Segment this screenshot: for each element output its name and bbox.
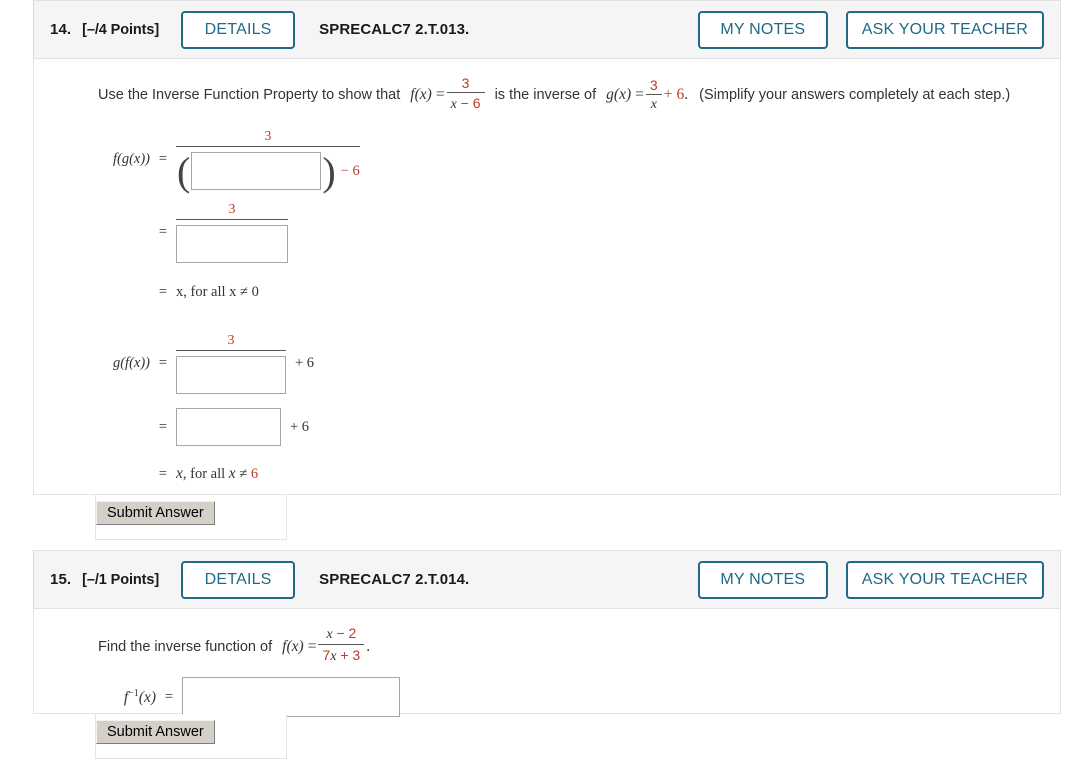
fraction-numerator-g: 3 xyxy=(645,77,662,96)
answer-row-3: g(f(x)) = 3 + 6 xyxy=(98,333,1040,395)
fraction-numerator: 3 xyxy=(446,75,485,94)
note-text-2-value: 6 xyxy=(250,466,259,483)
equals-sign-2: = xyxy=(635,86,644,104)
answer-row-4: = + 6 xyxy=(98,408,1040,447)
equals-sign-15: = xyxy=(307,638,317,656)
question-body-14: Use the Inverse Function Property to sho… xyxy=(33,59,1061,495)
submit-answer-button-15[interactable]: Submit Answer xyxy=(96,720,215,744)
header-actions: MY NOTES ASK YOUR TEACHER xyxy=(697,10,1044,49)
question-body-15: Find the inverse function of f(x) = x − 2… xyxy=(33,609,1061,718)
ask-your-teacher-button[interactable]: ASK YOUR TEACHER xyxy=(845,10,1044,49)
my-notes-button-15[interactable]: MY NOTES xyxy=(697,560,828,599)
question-header-14: 14. [–/4 Points] DETAILS SPRECALC7 2.T.0… xyxy=(33,0,1061,59)
row-equals-3: = xyxy=(158,355,168,372)
row-equals-1: = xyxy=(158,151,168,168)
question-block-14: 14. [–/4 Points] DETAILS SPRECALC7 2.T.0… xyxy=(0,0,1080,545)
question-number-15: 15. xyxy=(50,571,72,588)
answer-input-3[interactable] xyxy=(176,356,286,395)
prompt-text-part2: is the inverse of xyxy=(494,87,597,104)
fraction-f-definition-15: x − 2 7x + 3 xyxy=(318,625,365,665)
fraction-f-definition: 3x − 6 xyxy=(446,75,485,113)
details-button-15[interactable]: DETAILS xyxy=(181,560,296,599)
fraction-numerator-row1: 3 xyxy=(176,129,360,148)
question-code-15: SPRECALC7 2.T.014. xyxy=(319,571,470,588)
prompt-text-part1: Use the Inverse Function Property to sho… xyxy=(98,87,401,104)
question-code: SPRECALC7 2.T.013. xyxy=(319,21,470,38)
function-g-label: g(x) xyxy=(606,86,632,104)
answer-input-15[interactable] xyxy=(182,677,400,718)
fraction-group-3: 3 xyxy=(176,333,286,395)
question-block-15: 15. [–/1 Points] DETAILS SPRECALC7 2.T.0… xyxy=(0,550,1080,764)
numerator-variable: x xyxy=(326,627,333,642)
denominator-variable-15: x xyxy=(330,649,337,665)
row-label-fgx: f(g(x)) xyxy=(112,151,150,168)
ask-your-teacher-button-15[interactable]: ASK YOUR TEACHER xyxy=(845,560,1044,599)
answer-rows-14: f(g(x)) = 3 ( ) − 6 = 3 = x, for all x ≠… xyxy=(98,129,1040,489)
note-text-2: x, for all x ≠ 6 xyxy=(176,465,259,483)
answer-row-15: f−1(x) = xyxy=(98,677,1040,718)
question-number: 14. xyxy=(50,21,72,38)
period-15: . xyxy=(366,638,371,656)
question-header-15: 15. [–/1 Points] DETAILS SPRECALC7 2.T.0… xyxy=(33,550,1061,609)
function-f-label-15: f(x) xyxy=(282,638,304,656)
question-prompt-15: Find the inverse function of f(x) = x − 2… xyxy=(98,625,1033,665)
denominator-operator-15: + xyxy=(340,647,349,664)
fraction-numerator-row3: 3 xyxy=(176,333,286,352)
inverse-label-x: (x) xyxy=(138,688,156,706)
fraction-numerator-row2: 3 xyxy=(176,202,288,221)
fraction-denominator-row1: ( ) − 6 xyxy=(177,149,360,195)
fraction-numerator-15: x − 2 xyxy=(318,625,365,646)
fraction-g-definition: 3x xyxy=(645,77,662,113)
prompt-15-text: Find the inverse function of xyxy=(98,639,273,656)
fraction-denominator-row3 xyxy=(176,356,286,395)
equals-sign: = xyxy=(435,86,445,104)
my-notes-button[interactable]: MY NOTES xyxy=(697,10,828,49)
question-points: [–/4 Points] xyxy=(82,21,160,38)
g-plus-sign: + xyxy=(663,86,673,104)
row-equals-15: = xyxy=(164,688,174,705)
period: . xyxy=(684,86,689,104)
denominator-number: 6 xyxy=(472,95,481,112)
inverse-function-label: f−1(x) xyxy=(98,688,156,707)
row4-tail: + 6 xyxy=(290,418,310,435)
fraction-denominator: x − 6 xyxy=(447,93,485,113)
fraction-group-1: 3 ( ) − 6 xyxy=(176,129,360,195)
fraction-group-2: 3 xyxy=(176,202,288,264)
answer-input-4[interactable] xyxy=(176,408,281,447)
row-label-gfx: g(f(x)) xyxy=(112,355,150,372)
submit-answer-button-14[interactable]: Submit Answer xyxy=(96,501,215,525)
answer-note-row-1: = x, for all x ≠ 0 xyxy=(98,277,1040,307)
function-f-label: f(x) xyxy=(410,86,432,104)
details-button[interactable]: DETAILS xyxy=(181,10,296,49)
denominator-variable: x xyxy=(450,97,457,113)
fraction-denominator-g: x xyxy=(650,97,657,113)
submit-area-14: Submit Answer xyxy=(33,495,1061,545)
submit-area-15: Submit Answer xyxy=(33,714,1061,764)
note-text-1: x, for all x ≠ 0 xyxy=(176,283,259,300)
header-actions-15: MY NOTES ASK YOUR TEACHER xyxy=(697,560,1044,599)
answer-input-2[interactable] xyxy=(176,225,288,264)
note-equals-1: = xyxy=(158,283,168,300)
prompt-text-part3: (Simplify your answers completely at eac… xyxy=(699,87,1011,104)
fraction-denominator-row2 xyxy=(176,225,288,264)
answer-row-1: f(g(x)) = 3 ( ) − 6 xyxy=(98,129,1040,195)
answer-note-row-2: = x, for all x ≠ 6 xyxy=(98,459,1040,489)
answer-input-1[interactable] xyxy=(191,152,322,191)
denominator-number-15: 3 xyxy=(352,647,361,664)
fraction-denominator-15: 7x + 3 xyxy=(318,645,364,665)
question-prompt-14: Use the Inverse Function Property to sho… xyxy=(98,75,1033,113)
question-points-15: [–/1 Points] xyxy=(82,571,160,588)
row-equals-4: = xyxy=(158,418,168,435)
numerator-number: 2 xyxy=(348,625,357,641)
answer-row-2: = 3 xyxy=(98,202,1040,264)
inverse-label-exponent: −1 xyxy=(128,687,139,699)
row3-tail: + 6 xyxy=(295,355,315,372)
row1-tail: − 6 xyxy=(340,162,360,179)
denominator-operator: − xyxy=(460,95,469,112)
note-equals-2: = xyxy=(158,465,168,482)
row-equals-2: = xyxy=(158,224,168,241)
numerator-operator: − xyxy=(336,625,345,641)
